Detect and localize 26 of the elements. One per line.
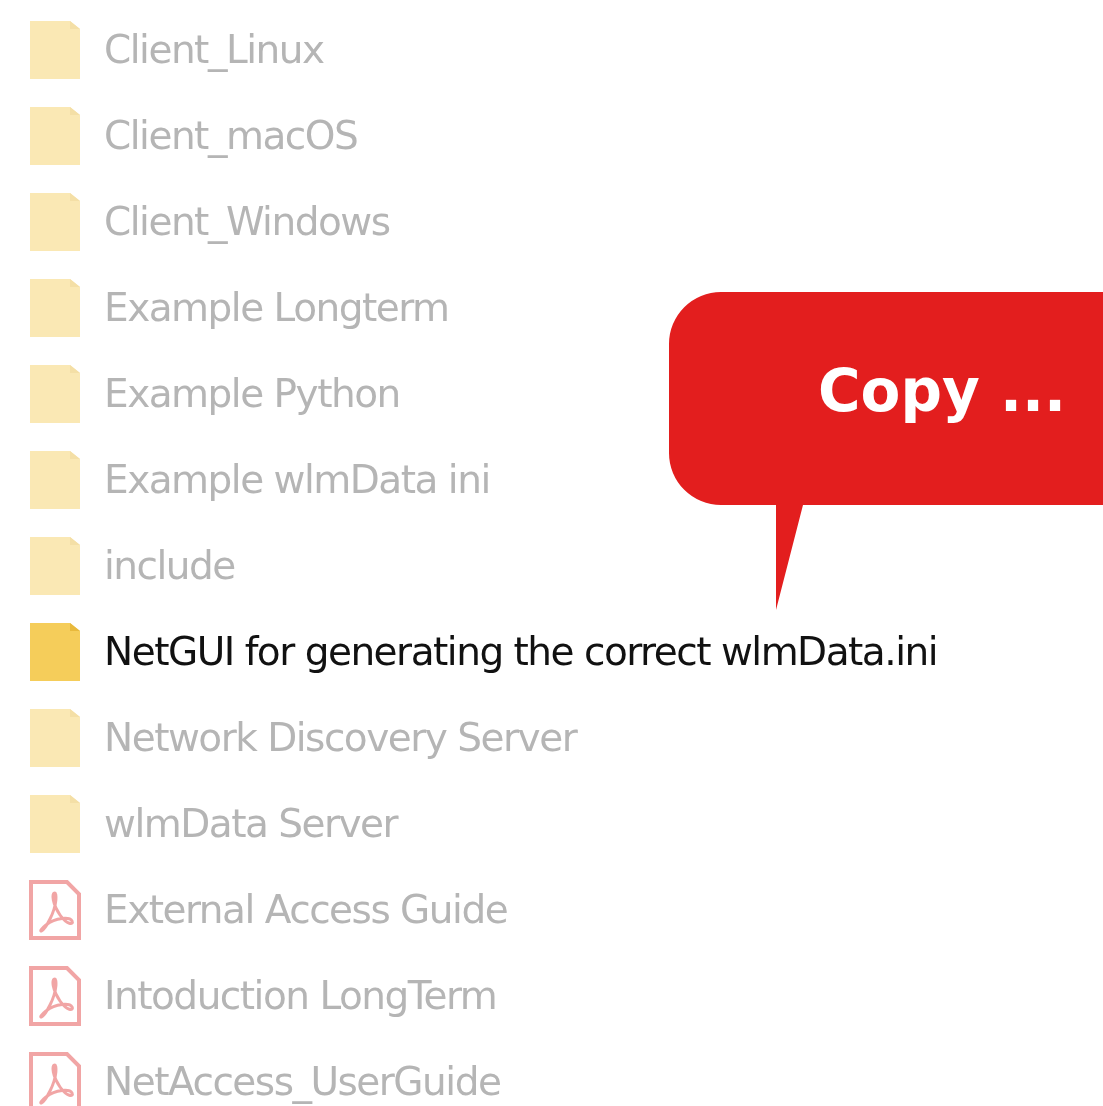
folder-icon bbox=[28, 105, 82, 167]
file-name[interactable]: Intoduction LongTerm bbox=[104, 966, 497, 1026]
folder-icon bbox=[28, 535, 82, 597]
file-name[interactable]: Client_Windows bbox=[104, 192, 390, 252]
pdf-icon bbox=[28, 965, 82, 1027]
pdf-icon bbox=[28, 1051, 82, 1106]
file-name[interactable]: Example Python bbox=[104, 364, 400, 424]
folder-icon bbox=[28, 19, 82, 81]
file-name[interactable]: include bbox=[104, 536, 235, 596]
folder-icon bbox=[28, 793, 82, 855]
file-name[interactable]: NetAccess_UserGuide bbox=[104, 1052, 501, 1106]
folder-icon bbox=[28, 277, 82, 339]
folder-icon bbox=[28, 191, 82, 253]
folder-icon bbox=[28, 707, 82, 769]
folder-icon bbox=[28, 621, 82, 683]
file-name[interactable]: NetGUI for generating the correct wlmData.ini bbox=[104, 622, 938, 682]
file-name[interactable]: Client_Linux bbox=[104, 20, 324, 80]
file-name[interactable]: Example wlmData ini bbox=[104, 450, 490, 510]
folder-icon bbox=[28, 363, 82, 425]
file-name[interactable]: wlmData Server bbox=[104, 794, 398, 854]
folder-icon bbox=[28, 449, 82, 511]
file-name[interactable]: Client_macOS bbox=[104, 106, 358, 166]
file-name[interactable]: Example Longterm bbox=[104, 278, 449, 338]
file-name[interactable]: Network Discovery Server bbox=[104, 708, 577, 768]
file-name[interactable]: External Access Guide bbox=[104, 880, 508, 940]
pdf-icon bbox=[28, 879, 82, 941]
